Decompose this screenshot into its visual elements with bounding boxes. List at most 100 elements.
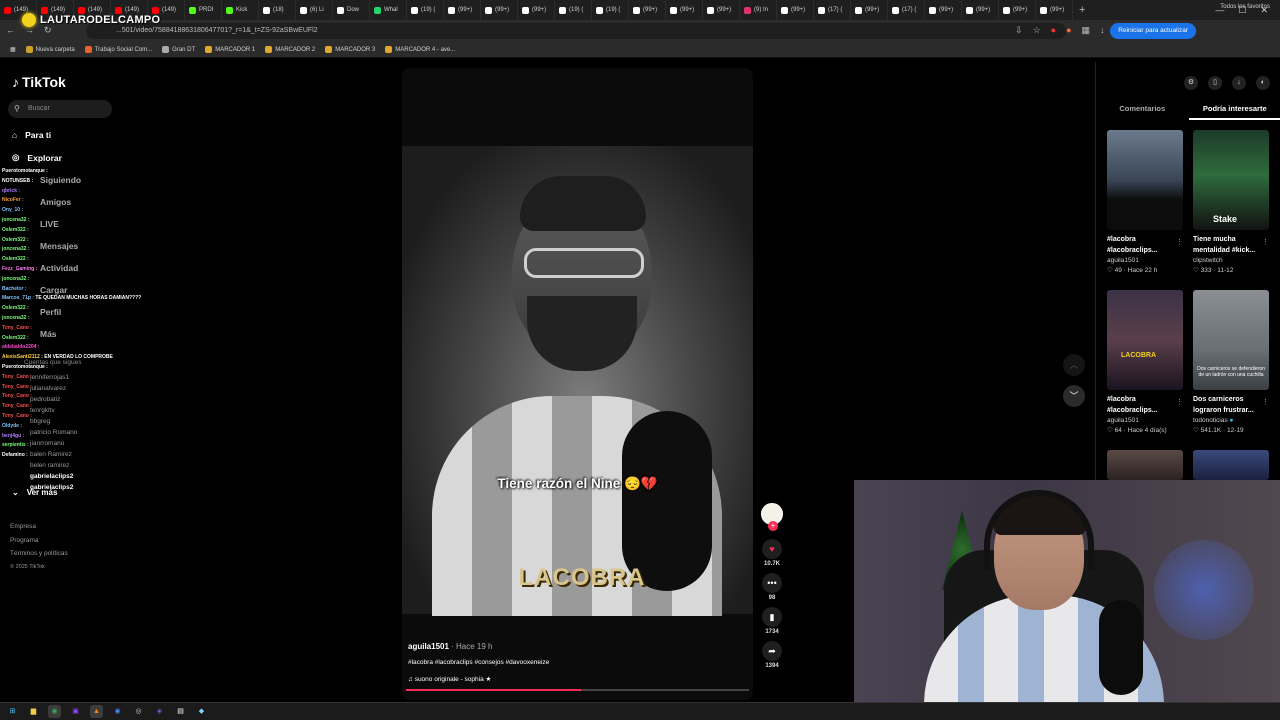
author-avatar[interactable]: + [761, 503, 783, 531]
share-button[interactable]: ➦ 1394 [760, 641, 784, 669]
browser-tab[interactable]: (19) ( [407, 0, 444, 20]
new-tab-icon[interactable]: + [1079, 4, 1085, 16]
more-icon[interactable]: ⋮ [1262, 238, 1269, 246]
nav-para-ti[interactable]: ⌂ Para ti [12, 130, 51, 140]
recommended-card[interactable]: Stake Tiene mucha mentalidad #kick... cl… [1193, 130, 1269, 274]
previous-video-button[interactable]: ︿ [1063, 354, 1085, 376]
bookmark-item[interactable]: Trabajo Social Com... [84, 46, 152, 53]
browser-tab[interactable]: (99+) [851, 0, 888, 20]
nav-explorar[interactable]: ◎ Explorar [12, 152, 62, 163]
browser-tab[interactable]: (99+) [666, 0, 703, 20]
video-frame-image: Tiene razón el Nine 😔💔 LACOBRA [402, 146, 753, 616]
recommended-card[interactable] [1107, 450, 1183, 480]
twitch-icon[interactable]: ▣ [69, 705, 82, 718]
browser-tab[interactable]: (19) ( [592, 0, 629, 20]
app-icon[interactable]: ◆ [195, 705, 208, 718]
discord-icon[interactable]: ◈ [153, 705, 166, 718]
recommended-card[interactable]: LACOBRA #lacobra #lacobraclips... aguila… [1107, 290, 1183, 434]
browser-tab[interactable]: (99+) [481, 0, 518, 20]
browser-tab[interactable]: (99+) [1036, 0, 1073, 20]
puzzle-icon[interactable]: ▦ [1082, 25, 1091, 36]
browser-tab[interactable]: (17) ( [888, 0, 925, 20]
video-player[interactable]: Tiene razón el Nine 😔💔 LACOBRA aguila150… [402, 68, 753, 700]
chat-username: Oslem322 : [2, 256, 29, 263]
chrome-icon[interactable]: ◉ [48, 705, 61, 718]
follow-plus-icon[interactable]: + [768, 521, 778, 531]
browser-tab[interactable]: (99+) [629, 0, 666, 20]
download-icon[interactable]: ↓ [1232, 76, 1246, 90]
comment-button[interactable]: ••• 98 [760, 573, 784, 601]
tab-comentarios[interactable]: Comentarios [1096, 102, 1189, 120]
video-hashtags[interactable]: #lacobra #lacobraclips #consejos #davoox… [408, 659, 549, 666]
see-more-button[interactable]: ⌄ Ver más [12, 488, 57, 497]
video-author[interactable]: aguila1501 · Hace 19 h [408, 642, 493, 651]
bookmark-item[interactable]: Nueva carpeta [25, 46, 75, 53]
card-thumbnail [1107, 450, 1183, 480]
tab-podria-interesarte[interactable]: Podría interesarte [1188, 102, 1280, 120]
browser-tab[interactable]: (99+) [777, 0, 814, 20]
chat-message: Tony_Cano : [2, 392, 152, 402]
footer-link[interactable]: Empresa [10, 520, 68, 534]
avatar-icon[interactable]: ◐ [1256, 76, 1270, 90]
footer-link[interactable]: Términos y políticas [10, 547, 68, 561]
browser-tab[interactable]: (18) [259, 0, 296, 20]
browser-tab[interactable]: Kick [222, 0, 259, 20]
windows-start-icon[interactable]: ⊞ [6, 705, 19, 718]
terminal-icon[interactable]: ▤ [174, 705, 187, 718]
star-icon[interactable]: ☆ [1033, 25, 1041, 36]
browser-tab[interactable]: (99+) [962, 0, 999, 20]
browser-tab[interactable]: (17) ( [814, 0, 851, 20]
browser-tab[interactable]: (19) ( [555, 0, 592, 20]
extension-icon[interactable]: ● [1051, 25, 1056, 36]
download-icon[interactable]: ↓ [1100, 25, 1105, 36]
browser-tab[interactable]: (99+) [518, 0, 555, 20]
tiktok-logo[interactable]: ♪ TikTok [12, 74, 66, 90]
recommended-card[interactable]: Dos carniceros se defendieron de un ladr… [1193, 290, 1269, 434]
like-button[interactable]: ♥ 10.7K [760, 539, 784, 567]
extension-icon[interactable]: ● [1066, 25, 1071, 36]
video-progress-bar[interactable] [406, 689, 749, 691]
next-video-button[interactable]: ﹀ [1063, 385, 1085, 407]
vlc-icon[interactable]: ▲ [90, 705, 103, 718]
install-icon[interactable]: ⇩ [1015, 25, 1023, 36]
url-field[interactable]: ...501/video/7588418863180647701?_r=1&_t… [86, 23, 1066, 39]
browser-tab[interactable]: (6) Li [296, 0, 333, 20]
phone-icon[interactable]: ▯ [1208, 76, 1222, 90]
card-author: aguila1501 [1107, 257, 1139, 264]
settings-icon[interactable]: ⚙ [1184, 76, 1198, 90]
search-input[interactable]: ⚲ Buscar [8, 100, 112, 118]
bookmark-item[interactable]: MARCADOR 1 [205, 46, 255, 53]
bookmark-item[interactable]: MARCADOR 4 - ave... [385, 46, 455, 53]
back-icon[interactable]: ← [6, 25, 15, 36]
following-account[interactable]: gabrielaclips2 [30, 471, 77, 482]
browser-tab[interactable]: PRDI [185, 0, 222, 20]
recommended-card[interactable] [1193, 450, 1269, 480]
browser-tab[interactable]: (99+) [444, 0, 481, 20]
video-sound[interactable]: ♫ suono originale - sophia ★ [408, 675, 491, 683]
following-account[interactable]: belen ramirez [30, 460, 77, 471]
bookmark-item[interactable]: MARCADOR 2 [265, 46, 315, 53]
recommended-card[interactable]: #lacobra #lacobraclips... aguila1501 ♡ 4… [1107, 130, 1183, 274]
browser-icon[interactable]: ◉ [111, 705, 124, 718]
browser-tab[interactable]: (99+) [925, 0, 962, 20]
browser-tab[interactable]: Whal [370, 0, 407, 20]
bookmark-item[interactable]: MARCADOR 3 [325, 46, 375, 53]
update-button[interactable]: Reiniciar para actualizar [1110, 23, 1196, 39]
browser-tab[interactable]: (9) In [740, 0, 777, 20]
more-icon[interactable]: ⋮ [1262, 398, 1269, 406]
more-icon[interactable]: ⋮ [1176, 238, 1183, 246]
browser-tab[interactable]: (99+) [999, 0, 1036, 20]
more-icon[interactable]: ⋮ [1176, 398, 1183, 406]
browser-tab[interactable]: (99+) [703, 0, 740, 20]
file-explorer-icon[interactable]: ▆ [27, 705, 40, 718]
stream-logo: LAUTARODELCAMPO [22, 13, 160, 27]
browser-tab-bar: (149) (149) (149) (149) (149) PRDI Kick (18) (6)… [0, 0, 1280, 20]
bookmark-item[interactable]: Gran DT [162, 46, 195, 53]
save-button[interactable]: ▮ 1734 [760, 607, 784, 635]
apps-icon[interactable]: ▦ [10, 46, 16, 53]
streamer-name: LAUTARODELCAMPO [40, 14, 161, 26]
browser-tab[interactable]: Dow [333, 0, 370, 20]
footer-link[interactable]: Programa [10, 534, 68, 548]
obs-icon[interactable]: ◎ [132, 705, 145, 718]
all-bookmarks[interactable]: Todos los favoritos [1220, 4, 1270, 10]
